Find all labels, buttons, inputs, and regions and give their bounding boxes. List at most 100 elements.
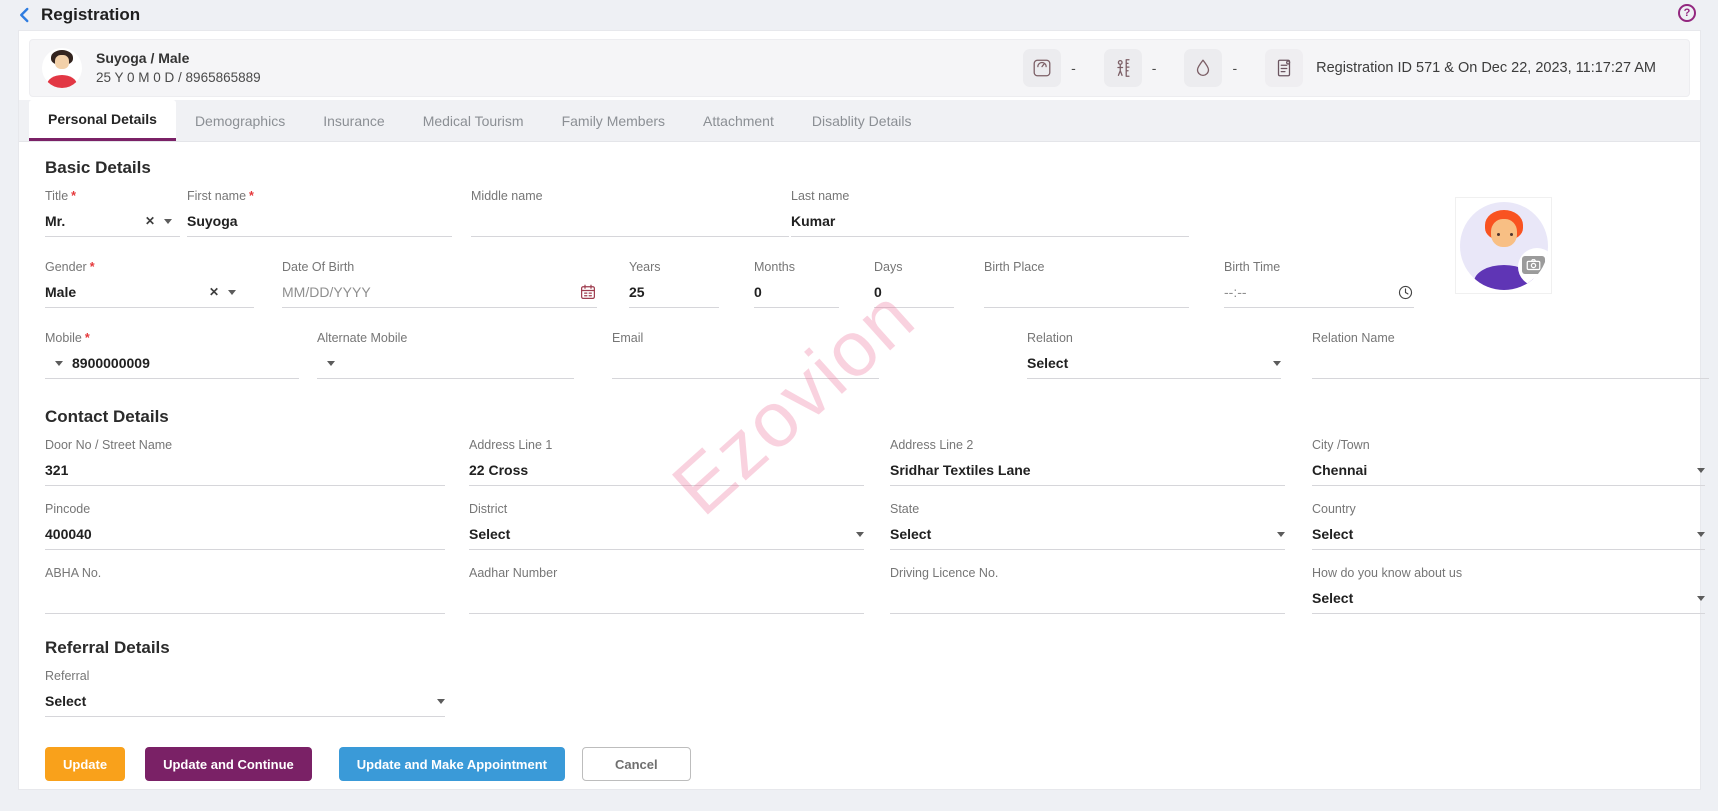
camera-icon[interactable]: [1521, 255, 1545, 274]
field-label: State: [890, 502, 920, 516]
country-code-chevron-icon[interactable]: [327, 360, 335, 366]
field-label: Birth Place: [984, 260, 1045, 274]
page-title: Registration: [41, 5, 141, 24]
aadhar-number-field[interactable]: Aadhar Number: [469, 566, 864, 614]
address-line1-field[interactable]: Address Line 1 22 Cross: [469, 438, 864, 486]
patient-photo[interactable]: [1456, 198, 1551, 293]
selected-value: Select: [1027, 355, 1069, 371]
referral-source-select[interactable]: How do you know about us Select: [1312, 566, 1705, 614]
tab-attachment[interactable]: Attachment: [684, 100, 793, 141]
registration-doc-tile: [1265, 49, 1304, 87]
selected-value: Select: [1312, 590, 1354, 606]
referral-select[interactable]: Referral Select: [45, 669, 445, 717]
selected-value: Chennai: [1312, 462, 1368, 478]
update-and-make-appointment-button[interactable]: Update and Make Appointment: [338, 747, 565, 781]
help-icon[interactable]: ?: [1678, 4, 1696, 22]
years-field[interactable]: Years 25: [629, 260, 719, 308]
title-field[interactable]: Title * Mr. ✕: [45, 189, 180, 237]
cancel-button[interactable]: Cancel: [581, 747, 691, 781]
field-value: 25: [629, 284, 645, 300]
height-tile[interactable]: [1103, 49, 1142, 87]
door-no-field[interactable]: Door No / Street Name 321: [45, 438, 445, 486]
country-code-chevron-icon[interactable]: [55, 360, 63, 366]
field-value: Mr.: [45, 213, 66, 229]
clear-icon[interactable]: ✕: [145, 215, 155, 227]
relation-select[interactable]: Relation Select: [1027, 331, 1281, 379]
weight-tile[interactable]: [1023, 49, 1062, 87]
address-line2-field[interactable]: Address Line 2 Sridhar Textiles Lane: [890, 438, 1285, 486]
patient-name: Suyoga / Male: [96, 50, 190, 66]
blood-group-tile[interactable]: [1184, 49, 1223, 87]
abha-no-field[interactable]: ABHA No.: [45, 566, 445, 614]
height-value: -: [1151, 60, 1157, 76]
field-label: Email: [612, 331, 644, 345]
calendar-icon[interactable]: [579, 283, 597, 301]
back-button[interactable]: [16, 6, 34, 24]
selected-value: Select: [890, 526, 932, 542]
required-asterisk: *: [249, 189, 254, 203]
field-value: 0: [874, 284, 882, 300]
tab-family-members[interactable]: Family Members: [543, 100, 684, 141]
field-placeholder: --:--: [1224, 284, 1247, 300]
basic-details-heading: Basic Details: [45, 158, 151, 177]
tab-disablity-details[interactable]: Disablity Details: [793, 100, 931, 141]
blood-group-value: -: [1232, 60, 1238, 76]
clock-icon[interactable]: [1397, 284, 1414, 301]
field-label: Driving Licence No.: [890, 566, 999, 580]
chevron-down-icon[interactable]: [856, 531, 864, 537]
field-label: First name: [187, 189, 247, 203]
chevron-down-icon[interactable]: [1697, 531, 1705, 537]
clear-icon[interactable]: ✕: [209, 286, 219, 298]
middle-name-field[interactable]: Middle name: [471, 189, 789, 237]
tab-bar: Personal Details Demographics Insurance …: [19, 100, 1700, 142]
height-measure-icon: [1117, 59, 1130, 77]
field-label: Relation Name: [1312, 331, 1395, 345]
field-label: Aadhar Number: [469, 566, 558, 580]
chevron-down-icon[interactable]: [437, 698, 445, 704]
district-select[interactable]: District Select: [469, 502, 864, 550]
days-field[interactable]: Days 0: [874, 260, 954, 308]
update-button[interactable]: Update: [45, 747, 126, 781]
chevron-down-icon[interactable]: [1697, 595, 1705, 601]
first-name-field[interactable]: First name * Suyoga: [187, 189, 452, 237]
chevron-down-icon[interactable]: [1277, 531, 1285, 537]
required-asterisk: *: [89, 260, 95, 274]
chevron-down-icon[interactable]: [1697, 467, 1705, 473]
chevron-down-icon[interactable]: [1273, 360, 1281, 366]
field-label: Gender: [45, 260, 87, 274]
action-button-row: Update Update and Continue Update and Ma…: [45, 747, 1700, 781]
chevron-down-icon[interactable]: [164, 218, 172, 224]
tab-demographics[interactable]: Demographics: [176, 100, 304, 141]
tab-insurance[interactable]: Insurance: [304, 100, 403, 141]
birth-time-field[interactable]: Birth Time --:--: [1224, 260, 1414, 308]
field-value: Suyoga: [187, 213, 238, 229]
chevron-down-icon[interactable]: [228, 289, 236, 295]
required-asterisk: *: [71, 189, 77, 203]
field-label: Pincode: [45, 502, 91, 516]
field-label: ABHA No.: [45, 566, 102, 580]
gender-field[interactable]: Gender * Male ✕: [45, 260, 254, 308]
date-of-birth-field[interactable]: Date Of Birth MM/DD/YYYY: [282, 260, 597, 308]
selected-value: Select: [469, 526, 511, 542]
birth-place-field[interactable]: Birth Place: [984, 260, 1189, 308]
field-label: Days: [874, 260, 903, 274]
months-field[interactable]: Months 0: [754, 260, 839, 308]
update-and-continue-button[interactable]: Update and Continue: [145, 747, 312, 781]
state-select[interactable]: State Select: [890, 502, 1285, 550]
tab-personal-details[interactable]: Personal Details: [29, 100, 176, 141]
field-label: Birth Time: [1224, 260, 1281, 274]
email-field[interactable]: Email: [612, 331, 879, 379]
mobile-field[interactable]: Mobile * 8900000009: [45, 331, 299, 379]
relation-name-field[interactable]: Relation Name: [1312, 331, 1709, 379]
driving-licence-field[interactable]: Driving Licence No.: [890, 566, 1285, 614]
pincode-field[interactable]: Pincode 400040: [45, 502, 445, 550]
weight-value: -: [1071, 60, 1076, 76]
country-select[interactable]: Country Select: [1312, 502, 1705, 550]
last-name-field[interactable]: Last name Kumar: [791, 189, 1189, 237]
alternate-mobile-field[interactable]: Alternate Mobile: [317, 331, 574, 379]
city-town-select[interactable]: City /Town Chennai: [1312, 438, 1705, 486]
field-label: Months: [754, 260, 795, 274]
patient-summary-bar: Suyoga / Male 25 Y 0 M 0 D / 8965865889 …: [29, 39, 1690, 97]
tab-medical-tourism[interactable]: Medical Tourism: [404, 100, 543, 141]
contact-details-heading: Contact Details: [45, 407, 169, 426]
